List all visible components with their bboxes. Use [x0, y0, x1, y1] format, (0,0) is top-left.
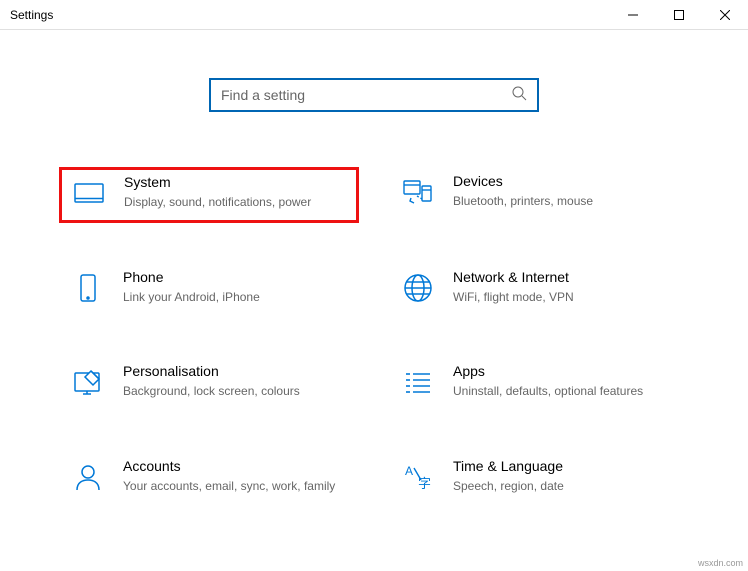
tile-title: Apps	[453, 363, 681, 379]
apps-icon	[401, 365, 435, 399]
watermark: wsxdn.com	[698, 558, 743, 568]
minimize-button[interactable]	[610, 0, 656, 30]
tile-desc: Background, lock screen, colours	[123, 383, 351, 399]
accounts-icon	[71, 460, 105, 494]
title-bar: Settings	[0, 0, 748, 30]
svg-text:A: A	[405, 464, 413, 478]
tile-title: System	[124, 174, 350, 190]
tile-title: Phone	[123, 269, 351, 285]
system-icon	[72, 176, 106, 210]
personalisation-icon	[71, 365, 105, 399]
tile-desc: WiFi, flight mode, VPN	[453, 289, 681, 305]
search-input[interactable]	[221, 87, 511, 103]
tile-personalisation[interactable]: Personalisation Background, lock screen, …	[59, 357, 359, 411]
tile-desc: Your accounts, email, sync, work, family	[123, 478, 351, 494]
tile-desc: Speech, region, date	[453, 478, 681, 494]
window-title: Settings	[10, 8, 53, 22]
content-area: System Display, sound, notifications, pow…	[0, 30, 748, 506]
window-controls	[610, 0, 748, 29]
tile-accounts[interactable]: Accounts Your accounts, email, sync, work…	[59, 452, 359, 506]
devices-icon	[401, 175, 435, 209]
tile-title: Devices	[453, 173, 681, 189]
tile-devices[interactable]: Devices Bluetooth, printers, mouse	[389, 167, 689, 223]
network-icon	[401, 271, 435, 305]
tile-desc: Bluetooth, printers, mouse	[453, 193, 681, 209]
tile-system[interactable]: System Display, sound, notifications, pow…	[59, 167, 359, 223]
tile-network[interactable]: Network & Internet WiFi, flight mode, VPN	[389, 263, 689, 317]
tile-title: Time & Language	[453, 458, 681, 474]
tile-apps[interactable]: Apps Uninstall, defaults, optional featur…	[389, 357, 689, 411]
tile-title: Network & Internet	[453, 269, 681, 285]
close-button[interactable]	[702, 0, 748, 30]
settings-grid: System Display, sound, notifications, pow…	[59, 167, 689, 506]
search-icon	[511, 85, 527, 106]
tile-desc: Link your Android, iPhone	[123, 289, 351, 305]
tile-title: Accounts	[123, 458, 351, 474]
tile-title: Personalisation	[123, 363, 351, 379]
maximize-button[interactable]	[656, 0, 702, 30]
tile-phone[interactable]: Phone Link your Android, iPhone	[59, 263, 359, 317]
tile-desc: Uninstall, defaults, optional features	[453, 383, 681, 399]
search-box[interactable]	[209, 78, 539, 112]
time-icon: A字	[401, 460, 435, 494]
tile-time[interactable]: A字 Time & Language Speech, region, date	[389, 452, 689, 506]
tile-desc: Display, sound, notifications, power	[124, 194, 350, 210]
phone-icon	[71, 271, 105, 305]
